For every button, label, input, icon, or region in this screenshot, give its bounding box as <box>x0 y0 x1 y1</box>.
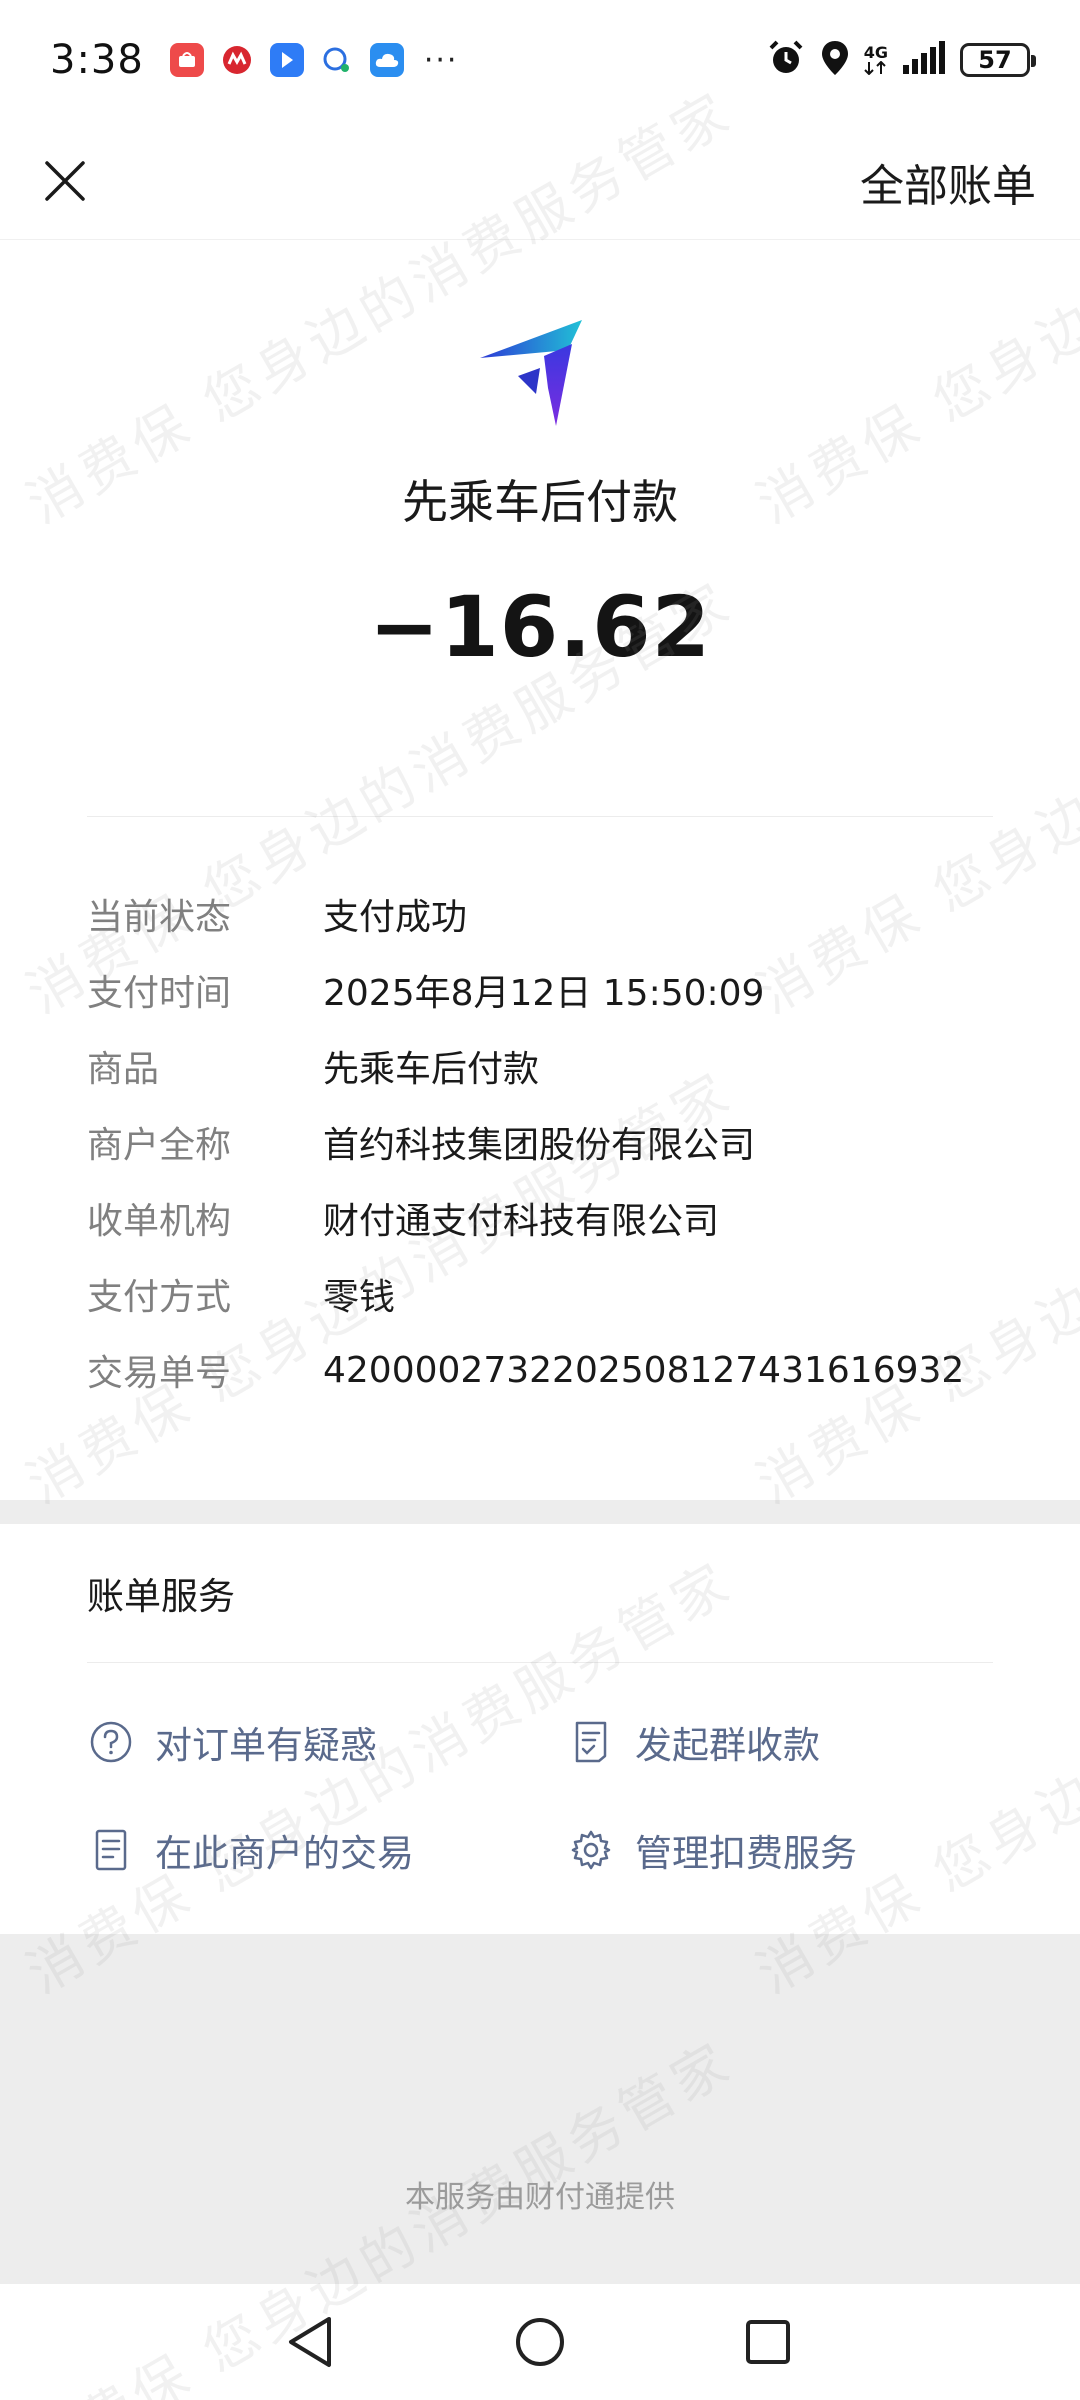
recents-button[interactable] <box>736 2310 800 2374</box>
group-collection-button[interactable]: 发起群收款 <box>567 1712 820 1772</box>
detail-row-product: 商品 先乘车后付款 <box>87 1028 1037 1104</box>
battery-level: 57 <box>978 46 1012 74</box>
status-time: 3:38 <box>50 37 144 83</box>
footer: 本服务由财付通提供 <box>0 1934 1080 2284</box>
document-icon <box>87 1826 135 1874</box>
detail-value: 先乘车后付款 <box>323 1049 540 1090</box>
more-notifications: ··· <box>423 42 459 78</box>
all-bills-link[interactable]: 全部账单 <box>860 150 1036 214</box>
detail-value: 支付成功 <box>323 897 468 938</box>
payment-amount: −16.62 <box>368 578 712 676</box>
question-icon <box>87 1718 135 1766</box>
service-label: 在此商户的交易 <box>155 1832 414 1875</box>
chat-app-icon <box>320 43 354 77</box>
status-right: 4G 57 <box>766 38 1036 82</box>
detail-value: 零钱 <box>323 1277 396 1318</box>
detail-row-merchant: 商户全称 首约科技集团股份有限公司 <box>87 1104 1037 1180</box>
network-type: 4G <box>864 45 888 75</box>
map-app-icon <box>269 43 304 77</box>
service-label: 对订单有疑惑 <box>155 1724 377 1767</box>
alarm-icon <box>766 38 806 82</box>
mall-app-icon <box>169 43 204 77</box>
gear-icon <box>567 1826 615 1874</box>
service-label: 管理扣费服务 <box>635 1832 857 1875</box>
transaction-id[interactable]: 4200002732202508127431616932 <box>323 1350 964 1391</box>
merchant-name: 先乘车后付款 <box>402 475 678 529</box>
recents-square-icon <box>746 2320 790 2364</box>
section-separator <box>0 1500 1080 1524</box>
location-icon <box>820 39 850 81</box>
nav-bar: 全部账单 <box>0 120 1080 240</box>
detail-row-acquirer: 收单机构 财付通支付科技有限公司 <box>87 1180 1037 1256</box>
detail-label: 支付方式 <box>87 1277 232 1318</box>
detail-row-method: 支付方式 零钱 <box>87 1256 1037 1332</box>
home-button[interactable] <box>508 2310 572 2374</box>
status-bar: 3:38 ··· 4G 57 <box>0 0 1080 120</box>
cloud-app-icon <box>369 43 404 77</box>
divider <box>87 816 993 817</box>
bill-detail-page: 3:38 ··· 4G 57 全部账单 先乘车后付款 −16.62 当前状态 支… <box>0 0 1080 2400</box>
back-triangle-icon <box>289 2317 331 2367</box>
close-button[interactable] <box>30 146 100 216</box>
system-nav-bar <box>0 2284 1080 2400</box>
receipt-icon <box>567 1718 615 1766</box>
merchant-logo <box>478 318 584 430</box>
cmb-bank-icon <box>220 43 254 77</box>
detail-label: 支付时间 <box>87 973 232 1014</box>
divider <box>87 1662 993 1663</box>
battery-icon: 57 <box>960 43 1036 77</box>
detail-label: 交易单号 <box>87 1353 232 1394</box>
detail-row-status: 当前状态 支付成功 <box>87 876 1037 952</box>
detail-label: 商品 <box>87 1049 160 1090</box>
detail-value: 财付通支付科技有限公司 <box>323 1201 720 1242</box>
home-circle-icon <box>516 2318 564 2366</box>
detail-value: 首约科技集团股份有限公司 <box>323 1125 756 1166</box>
detail-value: 2025年8月12日 15:50:09 <box>323 973 765 1014</box>
detail-label: 当前状态 <box>87 897 232 938</box>
merchant-transactions-button[interactable]: 在此商户的交易 <box>87 1820 414 1880</box>
footer-text: 本服务由财付通提供 <box>405 2180 675 2215</box>
services-title: 账单服务 <box>87 1575 235 1618</box>
close-icon <box>45 161 85 201</box>
manage-deduction-button[interactable]: 管理扣费服务 <box>567 1820 857 1880</box>
signal-icon <box>902 41 946 79</box>
detail-label: 商户全称 <box>87 1125 232 1166</box>
notification-icons: ··· <box>169 42 459 78</box>
back-button[interactable] <box>278 2310 342 2374</box>
detail-label: 收单机构 <box>87 1201 232 1242</box>
order-question-button[interactable]: 对订单有疑惑 <box>87 1712 377 1772</box>
detail-row-transaction-id: 交易单号 4200002732202508127431616932 <box>87 1332 1037 1408</box>
transaction-details: 当前状态 支付成功 支付时间 2025年8月12日 15:50:09 商品 先乘… <box>87 876 1037 1408</box>
detail-row-time: 支付时间 2025年8月12日 15:50:09 <box>87 952 1037 1028</box>
service-label: 发起群收款 <box>635 1724 820 1767</box>
